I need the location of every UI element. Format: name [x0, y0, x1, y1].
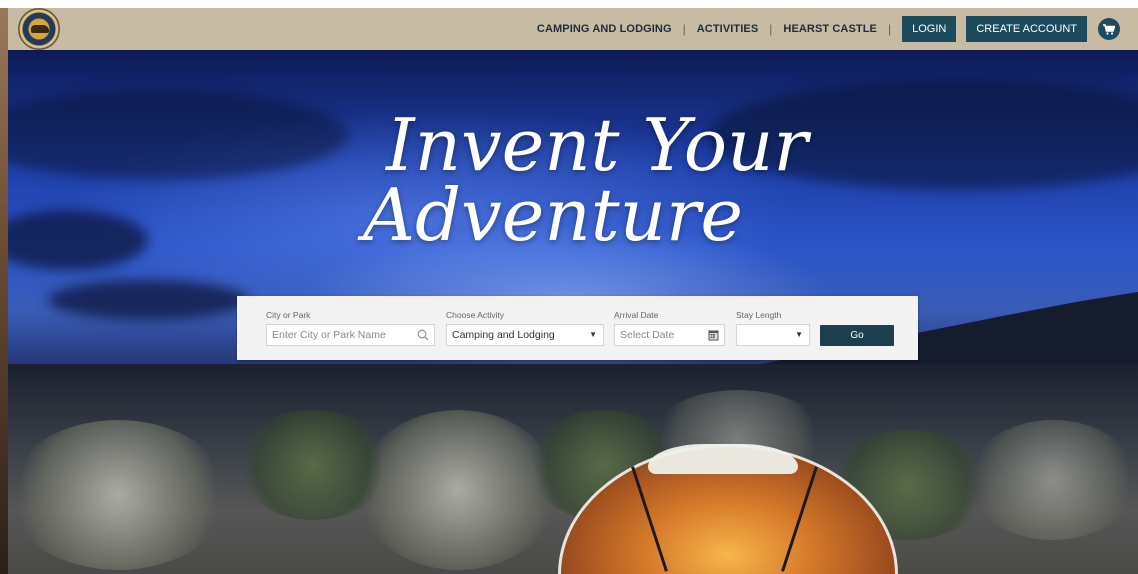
login-button[interactable]: LOGIN	[902, 16, 957, 42]
stay-length-select[interactable]: ▼	[736, 324, 810, 346]
activity-select[interactable]: Camping and Lodging ▼	[446, 324, 604, 346]
arrival-placeholder: Select Date	[620, 329, 675, 341]
nav-activities[interactable]: ACTIVITIES	[697, 23, 759, 35]
create-account-button[interactable]: CREATE ACCOUNT	[966, 16, 1087, 42]
search-icon	[417, 329, 429, 341]
nav-separator: |	[769, 22, 773, 36]
arrival-label: Arrival Date	[614, 310, 659, 320]
nav-camping-and-lodging[interactable]: CAMPING AND LODGING	[537, 23, 672, 35]
bush	[238, 410, 388, 520]
bush	[968, 420, 1138, 540]
shopping-cart-icon	[1103, 23, 1115, 35]
search-panel: City or Park Enter City or Park Name Cho…	[237, 296, 918, 360]
page: CAMPING AND LODGING | ACTIVITIES | HEARS…	[0, 0, 1138, 574]
nav-separator: |	[888, 22, 892, 36]
cloud	[48, 280, 248, 320]
go-button[interactable]: Go	[820, 325, 894, 346]
activity-value: Camping and Lodging	[452, 329, 555, 341]
activity-label: Choose Activity	[446, 310, 505, 320]
main-nav: CAMPING AND LODGING | ACTIVITIES | HEARS…	[537, 8, 1138, 50]
chevron-down-icon: ▼	[795, 330, 803, 339]
city-label: City or Park	[266, 310, 311, 320]
tent-rainfly	[648, 444, 798, 474]
chevron-down-icon: ▼	[589, 330, 597, 339]
window-edge	[0, 0, 8, 574]
nav-hearst-castle[interactable]: HEARST CASTLE	[783, 23, 877, 35]
bush	[8, 420, 228, 570]
hero-title-line2: Adventure	[362, 173, 744, 257]
stay-length-label: Stay Length	[736, 310, 782, 320]
calendar-icon[interactable]	[708, 329, 719, 341]
city-placeholder: Enter City or Park Name	[272, 329, 386, 341]
site-header: CAMPING AND LODGING | ACTIVITIES | HEARS…	[8, 8, 1138, 50]
nav-separator: |	[682, 22, 686, 36]
window-edge-top	[0, 0, 8, 8]
bush	[358, 410, 558, 570]
shopping-cart-button[interactable]	[1098, 18, 1120, 40]
california-state-parks-logo-icon[interactable]	[18, 8, 60, 50]
hero-title: Invent Your Adventure	[8, 103, 1138, 257]
arrival-date-input[interactable]: Select Date	[614, 324, 725, 346]
city-search-input[interactable]: Enter City or Park Name	[266, 324, 435, 346]
hero-title-line1: Invent Your	[386, 103, 808, 187]
